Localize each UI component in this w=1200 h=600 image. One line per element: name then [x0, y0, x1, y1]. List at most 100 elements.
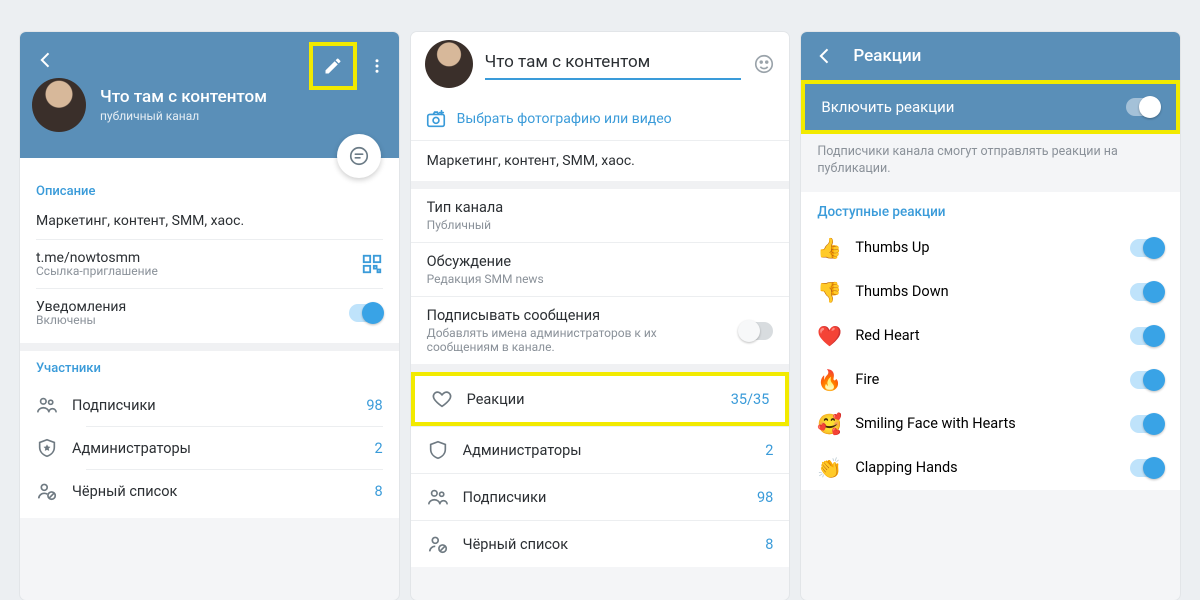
avatar[interactable]	[32, 78, 86, 132]
reaction-toggle[interactable]	[1130, 283, 1164, 301]
invite-link-sub: Ссылка-приглашение	[36, 264, 158, 278]
users-icon	[36, 394, 58, 416]
reaction-row[interactable]: 👎 Thumbs Down	[801, 270, 1180, 314]
reaction-label: Smiling Face with Hearts	[855, 415, 1015, 432]
block-icon	[427, 533, 449, 555]
reaction-emoji: 🔥	[817, 368, 841, 392]
reactions-label: Реакции	[467, 391, 525, 408]
row-value: 98	[757, 489, 773, 506]
reaction-label: Thumbs Up	[855, 239, 929, 256]
pick-media-row[interactable]: Выбрать фотографию или видео	[411, 98, 790, 140]
discussion-label: Обсуждение	[427, 253, 774, 270]
reaction-label: Thumbs Down	[855, 283, 948, 300]
edit-icon[interactable]	[319, 52, 347, 80]
members-title: Участники	[36, 361, 383, 376]
row-label: Подписчики	[72, 397, 156, 414]
row-value: 2	[765, 442, 773, 459]
blacklist-row[interactable]: Чёрный список 8	[36, 470, 383, 512]
reaction-emoji: 🥰	[817, 412, 841, 436]
row-value: 8	[765, 536, 773, 553]
divider	[20, 343, 399, 351]
reaction-toggle[interactable]	[1130, 371, 1164, 389]
available-title: Доступные реакции	[801, 192, 1180, 226]
block-icon	[36, 480, 58, 502]
reaction-label: Red Heart	[855, 327, 919, 344]
admins-row[interactable]: Администраторы 2	[36, 427, 383, 469]
row-value: 2	[375, 440, 383, 457]
type-value: Публичный	[427, 218, 774, 232]
type-label: Тип канала	[427, 199, 774, 216]
sign-toggle[interactable]	[739, 322, 773, 340]
message-fab[interactable]	[337, 134, 381, 178]
notif-value: Включены	[36, 313, 126, 327]
reaction-toggle[interactable]	[1130, 415, 1164, 433]
row-label: Чёрный список	[72, 483, 177, 500]
sign-label: Подписывать сообщения	[427, 307, 730, 324]
notifications-row[interactable]: Уведомления Включены	[36, 288, 383, 337]
blacklist-row[interactable]: Чёрный список 8	[411, 521, 790, 567]
users-icon	[427, 486, 449, 508]
qr-icon[interactable]	[361, 253, 383, 275]
channel-subtitle: публичный канал	[100, 109, 267, 123]
sign-hint: Добавлять имена администраторов к их соо…	[427, 326, 730, 354]
reaction-toggle[interactable]	[1130, 459, 1164, 477]
back-icon[interactable]	[815, 46, 835, 66]
row-label: Администраторы	[72, 440, 191, 457]
description-input[interactable]: Маркетинг, контент, SMM, хаос.	[411, 141, 790, 181]
invite-link-row[interactable]: t.me/nowtosmm Ссылка-приглашение	[36, 239, 383, 288]
emoji-icon[interactable]	[753, 53, 775, 75]
row-label: Подписчики	[463, 489, 547, 506]
panel-channel-info: Что там с контентом публичный канал Опис…	[20, 32, 399, 600]
more-icon[interactable]	[363, 52, 391, 80]
reactions-hint: Подписчики канала смогут отправлять реак…	[801, 134, 1180, 192]
reactions-row[interactable]: Реакции 35/35	[411, 372, 790, 426]
reaction-emoji: 👏	[817, 456, 841, 480]
reaction-toggle[interactable]	[1130, 327, 1164, 345]
reaction-emoji: 👎	[817, 280, 841, 304]
header-title: Реакции	[853, 46, 921, 66]
row-label: Администраторы	[463, 442, 582, 459]
row-value: 8	[375, 483, 383, 500]
admins-row[interactable]: Администраторы 2	[411, 427, 790, 473]
reaction-row[interactable]: 👍 Thumbs Up	[801, 226, 1180, 270]
reaction-emoji: ❤️	[817, 324, 841, 348]
enable-label: Включить реакции	[821, 98, 954, 116]
row-label: Чёрный список	[463, 536, 568, 553]
description-text: Маркетинг, контент, SMM, хаос.	[36, 207, 383, 235]
subscribers-row[interactable]: Подписчики 98	[36, 384, 383, 426]
reactions-value: 35/35	[731, 391, 770, 408]
reactions-header: Реакции	[801, 32, 1180, 80]
edit-highlight	[309, 42, 357, 90]
reaction-label: Clapping Hands	[855, 459, 957, 476]
edit-header: Что там с контентом	[411, 32, 790, 98]
discussion-row[interactable]: Обсуждение Редакция SMM news	[411, 243, 790, 296]
panel-channel-edit: Что там с контентом Выбрать фотографию и…	[411, 32, 790, 600]
reaction-row[interactable]: 🥰 Smiling Face with Hearts	[801, 402, 1180, 446]
reaction-toggle[interactable]	[1130, 239, 1164, 257]
reaction-row[interactable]: ❤️ Red Heart	[801, 314, 1180, 358]
sign-messages-row[interactable]: Подписывать сообщения Добавлять имена ад…	[411, 297, 790, 364]
notif-toggle[interactable]	[349, 304, 383, 322]
camera-icon	[425, 108, 447, 130]
panel-reactions: Реакции Включить реакции Подписчики кана…	[801, 32, 1180, 600]
channel-title: Что там с контентом	[100, 87, 267, 107]
shield-icon	[36, 437, 58, 459]
enable-toggle[interactable]	[1126, 98, 1160, 116]
reaction-emoji: 👍	[817, 236, 841, 260]
heart-icon	[431, 388, 453, 410]
reaction-row[interactable]: 👏 Clapping Hands	[801, 446, 1180, 490]
channel-type-row[interactable]: Тип канала Публичный	[411, 189, 790, 242]
subscribers-row[interactable]: Подписчики 98	[411, 474, 790, 520]
enable-reactions-row[interactable]: Включить реакции	[801, 80, 1180, 134]
discussion-value: Редакция SMM news	[427, 272, 774, 286]
channel-name-input[interactable]: Что там с контентом	[485, 48, 742, 80]
about-title: Описание	[36, 184, 383, 199]
reaction-row[interactable]: 🔥 Fire	[801, 358, 1180, 402]
row-value: 98	[366, 397, 382, 414]
channel-header: Что там с контентом публичный канал	[20, 32, 399, 158]
avatar[interactable]	[425, 40, 473, 88]
shield-icon	[427, 439, 449, 461]
back-icon[interactable]	[32, 46, 60, 74]
reaction-label: Fire	[855, 371, 879, 388]
pick-media-label: Выбрать фотографию или видео	[457, 111, 672, 127]
